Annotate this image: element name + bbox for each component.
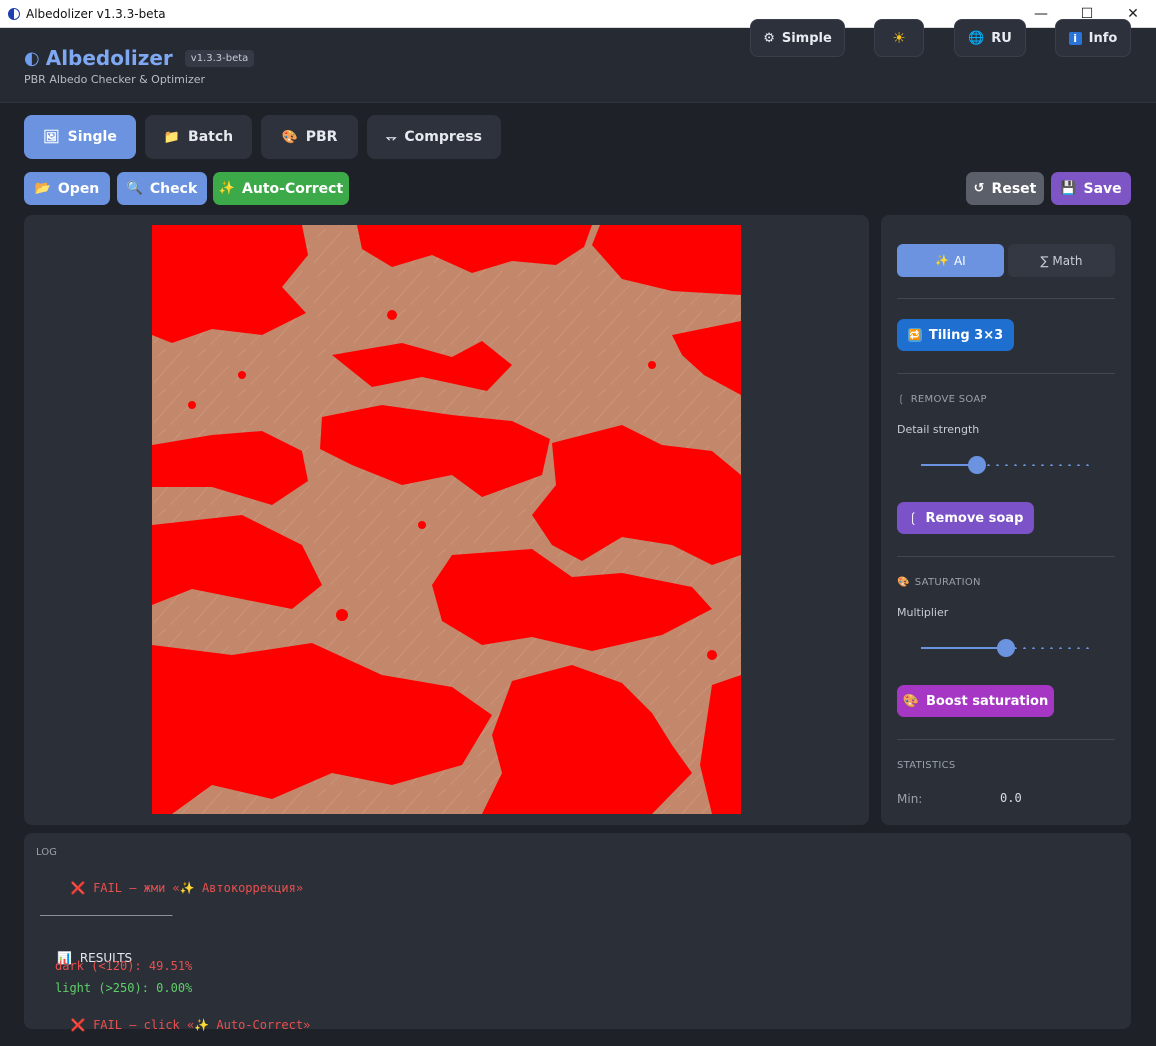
app-name: Albedolizer	[45, 46, 173, 70]
sun-icon: ☀	[892, 29, 906, 47]
log-dark-stat: dark (<120): 49.51%	[55, 959, 193, 973]
globe-icon: 🌐	[968, 30, 985, 46]
check-button[interactable]: 🔍 Check	[117, 172, 207, 205]
multiplier-label: Multiplier	[897, 606, 949, 619]
window-title: Albedolizer v1.3.3-beta	[26, 6, 166, 21]
reset-icon: ↺	[973, 181, 985, 196]
palette-icon: 🎨	[281, 129, 298, 145]
mode-math-label: ∑ Math	[1040, 253, 1083, 268]
info-button[interactable]: i Info	[1055, 19, 1131, 57]
log-panel: LOG ❌ FAIL — жми «✨ Автокоррекция» ─────…	[24, 833, 1131, 1032]
wand-icon: ❲	[907, 510, 919, 526]
version-badge: v1.3.3-beta	[184, 49, 255, 67]
tab-compress[interactable]: ⥐ Compress	[367, 115, 501, 159]
tab-pbr-label: PBR	[305, 129, 338, 145]
logo-icon: ◐	[24, 47, 40, 69]
albedo-preview-image[interactable]	[152, 225, 741, 814]
log-line-text: FAIL — жми «✨ Автокоррекция»	[93, 881, 304, 895]
reset-button[interactable]: ↺ Reset	[966, 172, 1044, 205]
stat-min-label: Min:	[897, 792, 923, 806]
wand-icon: ❲	[897, 394, 906, 405]
slider-fill	[921, 647, 1006, 649]
language-label: RU	[991, 30, 1012, 46]
info-icon: i	[1068, 31, 1082, 45]
repeat-icon: 🔁	[907, 328, 922, 342]
auto-correct-label: Auto-Correct	[242, 180, 344, 197]
mode-ai-label: AI	[953, 253, 966, 268]
cross-mark-icon: ❌	[70, 1018, 94, 1032]
gear-icon: ⚙	[763, 30, 775, 46]
slider-thumb[interactable]	[997, 639, 1015, 657]
log-title: LOG	[36, 847, 57, 858]
log-fail-text: FAIL — click «✨ Auto-Correct»	[93, 1018, 311, 1032]
tab-batch-label: Batch	[188, 129, 234, 145]
remove-soap-title: REMOVE SOAP	[910, 394, 987, 405]
stat-min-value: 0.0	[1000, 791, 1022, 805]
saturation-title: SATURATION	[914, 577, 981, 588]
simple-mode-button[interactable]: ⚙ Simple	[750, 19, 845, 57]
log-line: ❌ FAIL — click «✨ Auto-Correct»	[42, 1004, 310, 1046]
section-divider	[897, 298, 1115, 299]
simple-button-label: Simple	[781, 30, 832, 46]
compress-icon: ⥐	[386, 129, 397, 145]
theme-toggle-button[interactable]: ☀	[874, 19, 924, 57]
saturation-multiplier-slider[interactable]	[921, 639, 1091, 657]
section-divider	[897, 739, 1115, 740]
statistics-heading: STATISTICS	[897, 760, 956, 771]
tiling-button[interactable]: 🔁 Tiling 3×3	[897, 319, 1014, 351]
brand: ◐ Albedolizer v1.3.3-beta	[24, 46, 255, 70]
detail-strength-slider[interactable]	[921, 456, 1091, 474]
folder-open-icon: 📂	[34, 181, 51, 196]
check-label: Check	[149, 180, 198, 197]
info-label: Info	[1088, 30, 1118, 46]
boost-saturation-label: Boost saturation	[925, 693, 1049, 709]
open-button[interactable]: 📂 Open	[24, 172, 110, 205]
language-button[interactable]: 🌐 RU	[954, 19, 1026, 57]
image-icon: 🖼	[43, 129, 60, 145]
tab-batch[interactable]: 📁 Batch	[145, 115, 252, 159]
boost-saturation-button[interactable]: 🎨 Boost saturation	[897, 685, 1054, 717]
open-label: Open	[57, 180, 100, 197]
log-line: ❌ FAIL — жми «✨ Автокоррекция»	[42, 867, 303, 909]
sparkles-icon: ✨	[218, 181, 236, 196]
remove-soap-label: Remove soap	[925, 510, 1024, 526]
saturation-heading: 🎨 SATURATION	[897, 577, 981, 588]
remove-soap-button[interactable]: ❲ Remove soap	[897, 502, 1034, 534]
palette-icon: 🎨	[902, 693, 919, 709]
app-icon	[8, 7, 20, 20]
log-separator: ──────────────────────	[40, 911, 173, 922]
tab-single-label: Single	[67, 129, 117, 145]
auto-correct-button[interactable]: ✨ Auto-Correct	[213, 172, 349, 205]
section-divider	[897, 373, 1115, 374]
sparkles-icon: ✨	[935, 254, 949, 267]
tiling-label: Tiling 3×3	[928, 327, 1004, 343]
remove-soap-heading: ❲ REMOVE SOAP	[897, 394, 987, 405]
magnifier-icon: 🔍	[126, 181, 143, 196]
app-subtitle: PBR Albedo Checker & Optimizer	[24, 73, 206, 86]
save-label: Save	[1083, 180, 1122, 197]
texture-overlay	[152, 225, 741, 814]
tab-pbr[interactable]: 🎨 PBR	[261, 115, 358, 159]
mode-math-toggle[interactable]: ∑ Math	[1008, 244, 1115, 277]
tab-compress-label: Compress	[404, 129, 482, 145]
save-button[interactable]: 💾 Save	[1051, 172, 1131, 205]
log-light-stat: light (>250): 0.00%	[55, 981, 193, 995]
mode-ai-toggle[interactable]: ✨ AI	[897, 244, 1004, 277]
detail-strength-label: Detail strength	[897, 423, 980, 436]
tab-single[interactable]: 🖼 Single	[24, 115, 136, 159]
cross-mark-icon: ❌	[70, 881, 94, 895]
palette-icon: 🎨	[897, 577, 910, 588]
floppy-disk-icon: 💾	[1060, 181, 1077, 196]
folder-icon: 📁	[163, 129, 181, 145]
slider-thumb[interactable]	[968, 456, 987, 474]
reset-label: Reset	[991, 180, 1037, 197]
section-divider	[897, 556, 1115, 557]
